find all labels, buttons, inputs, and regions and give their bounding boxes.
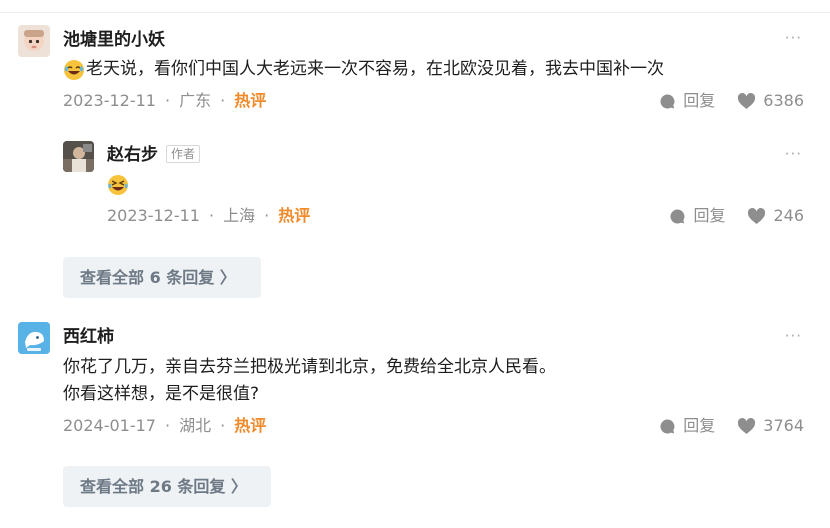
view-all-replies-button[interactable]: 查看全部 6 条回复 〉 [63, 257, 261, 298]
like-button[interactable]: 246 [747, 206, 804, 226]
sub-reply-more-options-icon[interactable]: ··· [785, 146, 802, 162]
comment-meta: 2023-12-11 · 广东 · 热评 [63, 91, 266, 111]
reply-label: 回复 [683, 91, 716, 110]
separator: · [164, 91, 171, 110]
location: 湖北 [179, 416, 212, 435]
comment-text-line: 你花了几万，亲自去芬兰把极光请到北京，免费给全北京人民看。 [63, 357, 556, 377]
heart-icon [738, 417, 756, 434]
separator: · [164, 416, 171, 435]
sub-reply-avatar[interactable] [63, 141, 94, 172]
separator: · [220, 91, 226, 110]
reply-bubble-icon [660, 418, 675, 433]
hot-badge: 热评 [234, 416, 267, 435]
view-all-replies-button[interactable]: 查看全部 26 条回复 〉 [63, 466, 271, 507]
comment-actions: 回复 6386 [659, 91, 804, 111]
like-count: 6386 [763, 91, 804, 110]
laughing-emoji-icon [64, 60, 84, 80]
comment-text: 老天说，看你们中国人大老远来一次不容易，在北欧没见着，我去中国补一次 [86, 59, 664, 79]
username[interactable]: 西红柿 [63, 327, 114, 347]
location: 上海 [223, 206, 256, 225]
username[interactable]: 池塘里的小妖 [63, 30, 165, 50]
date: 2023-12-11 [63, 91, 156, 110]
heart-icon [738, 92, 756, 109]
reply-label: 回复 [693, 206, 726, 225]
reply-button[interactable]: 回复 [669, 206, 725, 226]
like-button[interactable]: 3764 [737, 416, 804, 436]
comment-text-line: 你看这样想，是不是很值? [63, 384, 260, 404]
sub-reply-actions: 回复 246 [669, 206, 804, 226]
reply-bubble-icon [660, 93, 675, 108]
more-options-icon[interactable]: ··· [785, 30, 802, 46]
sub-reply-meta: 2023-12-11 · 上海 · 热评 [107, 206, 310, 226]
comment-actions: 回复 3764 [659, 416, 804, 436]
top-divider [0, 12, 830, 13]
date: 2023-12-11 [107, 206, 200, 225]
avatar[interactable] [18, 25, 50, 57]
hot-badge: 热评 [234, 91, 267, 110]
like-count: 3764 [763, 416, 804, 435]
separator: · [264, 206, 270, 225]
like-count: 246 [773, 206, 804, 225]
location: 广东 [179, 91, 212, 110]
reply-bubble-icon [670, 208, 685, 223]
separator: · [208, 206, 215, 225]
reply-label: 回复 [683, 416, 716, 435]
author-badge: 作者 [166, 145, 201, 163]
hot-badge: 热评 [278, 206, 311, 225]
comment-meta: 2024-01-17 · 湖北 · 热评 [63, 416, 266, 436]
reply-button[interactable]: 回复 [659, 91, 715, 111]
date: 2024-01-17 [63, 416, 156, 435]
avatar[interactable] [18, 322, 50, 354]
like-button[interactable]: 6386 [737, 91, 804, 111]
heart-icon [748, 207, 766, 224]
grinning-squint-emoji-icon [108, 175, 128, 195]
separator: · [220, 416, 226, 435]
more-options-icon[interactable]: ··· [785, 328, 802, 344]
sub-reply-username[interactable]: 赵右步 [107, 145, 158, 165]
reply-button[interactable]: 回复 [659, 416, 715, 436]
